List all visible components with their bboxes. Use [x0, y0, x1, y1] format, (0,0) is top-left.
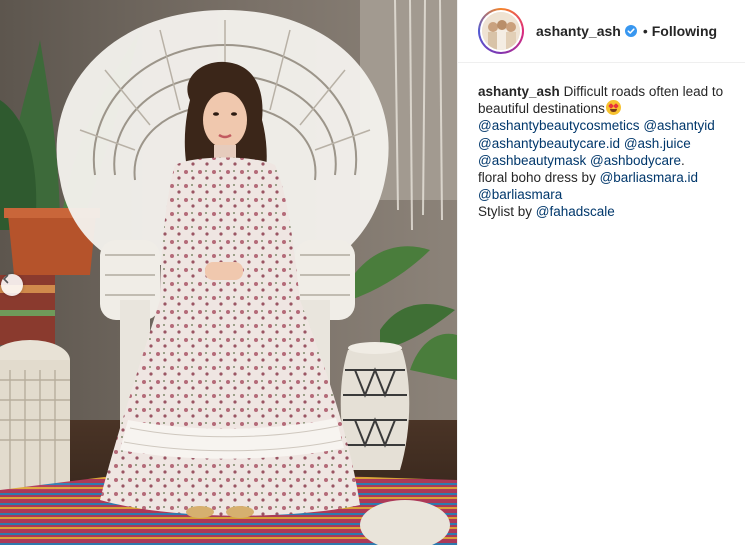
post-side-panel: ashanty_ash • Following ashanty_ash Diff…: [458, 0, 745, 545]
star-struck-emoji-icon: [605, 100, 621, 116]
caption-dress-text: floral boho dress by: [478, 170, 600, 186]
mention-link[interactable]: @fahadscale: [536, 204, 615, 219]
mention-link[interactable]: @barliasmara.id: [600, 170, 699, 185]
post-header: ashanty_ash • Following: [458, 0, 745, 63]
following-button[interactable]: Following: [652, 23, 717, 39]
separator-dot: •: [642, 23, 648, 39]
chevron-left-icon: [2, 274, 9, 284]
mention-link[interactable]: @ashantybeautycosmetics: [478, 118, 640, 133]
story-ring[interactable]: [478, 8, 524, 54]
caption-text-line1: Difficult roads often lead to: [563, 84, 724, 99]
avatar: [482, 12, 520, 50]
previous-photo-button[interactable]: [1, 274, 23, 296]
mention-link[interactable]: @ashantybeautycare.id: [478, 136, 620, 151]
caption-stylist-text: Stylist by: [478, 204, 536, 220]
mention-link[interactable]: @barliasmara: [478, 187, 562, 202]
mention-link[interactable]: @ashantyid: [643, 118, 715, 133]
caption-period: .: [681, 152, 685, 168]
instagram-post: ashanty_ash • Following ashanty_ash Diff…: [0, 0, 745, 545]
mention-link[interactable]: @ash.juice: [624, 136, 691, 151]
verified-badge-icon: [624, 25, 637, 37]
caption-text-line2: beautiful destinations: [478, 101, 605, 117]
photo-illustration: [0, 0, 457, 545]
mention-link[interactable]: @ashbeautymask: [478, 153, 586, 168]
post-caption: ashanty_ash Difficult roads often lead t…: [458, 63, 745, 221]
caption-username[interactable]: ashanty_ash: [478, 84, 560, 99]
post-author-username[interactable]: ashanty_ash: [536, 23, 621, 39]
post-photo[interactable]: [0, 0, 458, 545]
mention-link[interactable]: @ashbodycare: [590, 153, 681, 168]
